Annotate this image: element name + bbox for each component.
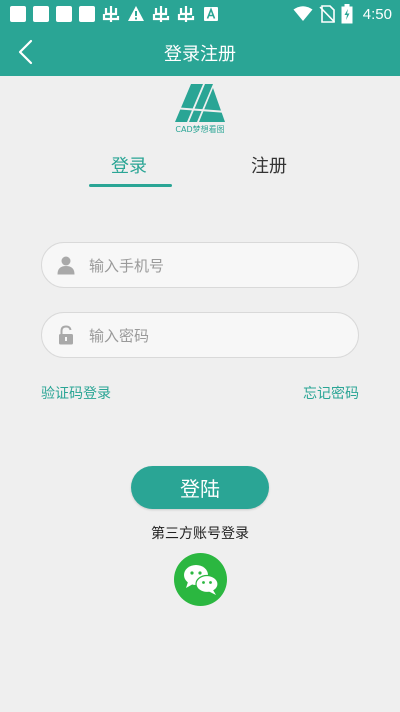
forgot-password-link[interactable]: 忘记密码 [303,383,359,403]
notification-icon [56,6,72,22]
status-bar: 4:50 [0,0,400,28]
phone-field[interactable] [41,242,359,288]
app-notification-icon [152,6,170,22]
no-sim-icon [319,5,335,23]
password-field[interactable] [41,312,359,358]
title-bar: 登录注册 [0,28,400,76]
wechat-login-button[interactable] [174,553,227,606]
active-tab-indicator [89,184,172,187]
sms-login-link[interactable]: 验证码登录 [41,383,111,403]
tab-register[interactable]: 注册 [251,152,287,178]
password-input[interactable] [87,323,341,349]
logo-caption: CAD梦想看图 [175,125,225,134]
notification-icon [33,6,49,22]
wechat-icon [184,565,219,595]
user-icon [57,256,75,275]
notification-icon [79,6,95,22]
app-notification-icon [102,6,120,22]
app-notification-icon [177,6,195,22]
status-time: 4:50 [362,5,392,23]
lock-icon [59,325,73,345]
page-title: 登录注册 [164,44,236,65]
third-party-login-label: 第三方账号登录 [151,526,249,542]
wifi-icon [293,6,313,21]
status-notifications [10,5,220,23]
phone-input[interactable] [87,253,341,279]
tab-login[interactable]: 登录 [111,152,147,178]
status-system-icons: 4:50 [293,4,392,24]
app-a-icon [204,7,218,21]
battery-charging-icon [341,4,353,24]
login-button[interactable]: 登陆 [131,466,269,509]
notification-icon [10,6,26,22]
warning-icon [128,6,144,21]
